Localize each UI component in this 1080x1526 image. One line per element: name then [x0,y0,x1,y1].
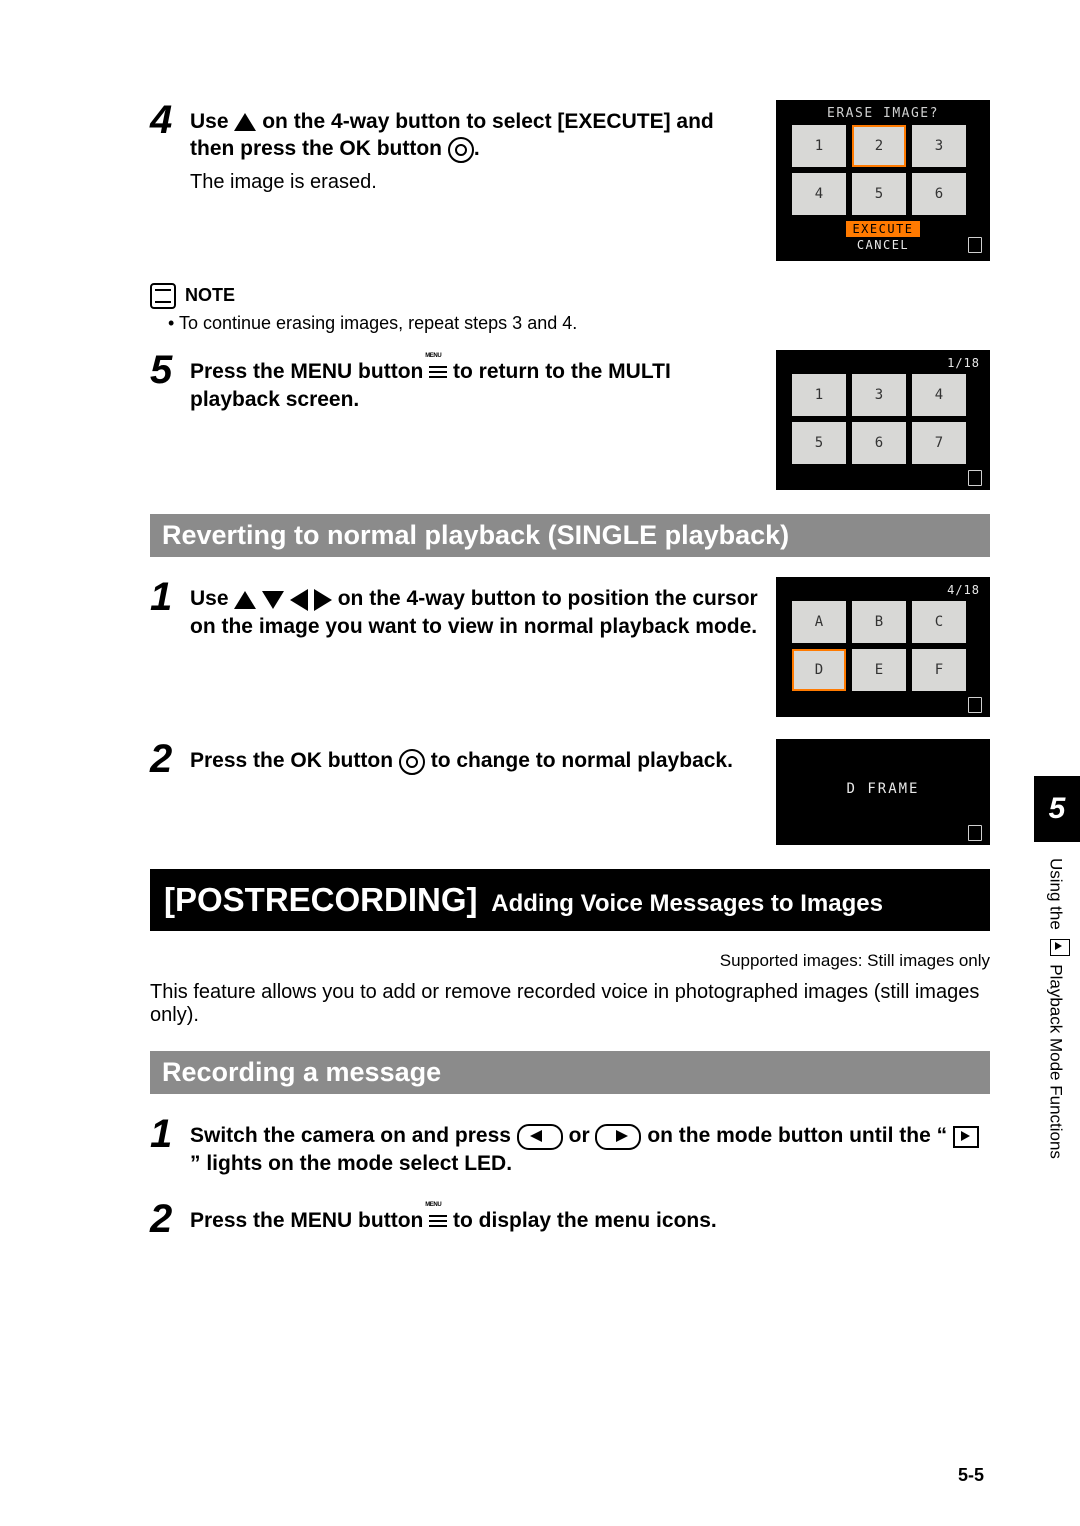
lcd-multi1-grid: 134 567 [778,374,988,468]
lcd-frame-screen: D FRAME [776,739,990,845]
intro-text: This feature allows you to add or remove… [150,981,990,1027]
side-text-b: Playback Mode Functions [1047,964,1066,1159]
step-5-text-a: Press the MENU button [190,360,429,383]
lcd-thumbnail: 3 [912,125,966,167]
step-b1-text-a: Use [190,587,234,610]
lcd-thumbnail: 7 [912,422,966,464]
step-number: 2 [150,739,190,779]
lcd-thumbnail: 4 [912,374,966,416]
lcd-thumbnail: 5 [792,422,846,464]
trash-icon [968,237,982,253]
step-b2-row: 2 Press the OK button to change to norma… [150,739,990,845]
step-b1-body: Use on the 4-way button to position the … [190,577,776,640]
lcd-thumbnail: C [912,601,966,643]
playback-led-icon [953,1126,979,1148]
lcd-thumbnail: 4 [792,173,846,215]
lcd-frame-label: D FRAME [778,769,988,809]
manual-page: 4 Use on the 4-way button to select [EXE… [0,0,1080,1526]
lcd-multi2-counter: 4/18 [778,579,988,601]
step-4-text-a: Use [190,110,234,133]
lcd-thumbnail: A [792,601,846,643]
supported-images: Supported images: Still images only [150,951,990,971]
step-b2-body: Press the OK button to change to normal … [190,739,776,774]
lcd-thumbnail: 2 [852,125,906,167]
note-bullet: • To continue erasing images, repeat ste… [168,313,990,334]
chapter-tab: 5 [1034,776,1080,842]
lcd-thumbnail: 5 [852,173,906,215]
menu-button-icon [429,1211,447,1233]
step-5-row: 5 Press the MENU button to return to the… [150,350,990,490]
mode-left-icon [517,1124,563,1150]
step-4-sub: The image is erased. [190,169,760,195]
step-5-body: Press the MENU button to return to the M… [190,350,776,413]
lcd-thumbnail: 6 [912,173,966,215]
heading-post-big: [POSTRECORDING] [164,881,478,918]
trash-icon [968,825,982,841]
step-c1-text-b: or [569,1124,596,1147]
lcd-erase-grid: 123 456 [778,125,988,219]
side-text-a: Using the [1047,858,1066,935]
step-b1-row: 1 Use on the 4-way button to position th… [150,577,990,717]
up-arrow-icon [234,591,256,609]
heading-recording: Recording a message [150,1051,990,1094]
step-number: 4 [150,100,190,140]
down-arrow-icon [262,591,284,609]
lcd-thumbnail: 3 [852,374,906,416]
lcd-thumbnail: F [912,649,966,691]
right-arrow-icon [314,589,332,611]
playback-mode-icon [1050,939,1070,956]
lcd-thumbnail: E [852,649,906,691]
lcd-erase-menu: EXECUTE CANCEL [778,219,988,259]
lcd-erase-screen: ERASE IMAGE? 123 456 EXECUTE CANCEL [776,100,990,261]
step-4-row: 4 Use on the 4-way button to select [EXE… [150,100,990,261]
step-c1-body: Switch the camera on and press or on the… [190,1114,990,1177]
heading-reverting: Reverting to normal playback (SINGLE pla… [150,514,990,557]
side-caption: Using the Playback Mode Functions [1046,858,1070,1159]
step-number: 1 [150,1114,190,1154]
step-c2-text-a: Press the MENU button [190,1209,429,1232]
heading-post-rest: Adding Voice Messages to Images [491,890,883,917]
lcd-erase-title: ERASE IMAGE? [778,102,988,125]
step-4-body: Use on the 4-way button to select [EXECU… [190,100,776,195]
lcd-multi2-screen: 4/18 ABC DEF [776,577,990,717]
lcd-multi1-screen: 1/18 134 567 [776,350,990,490]
ok-button-icon [399,749,425,775]
step-4-text-c: . [474,137,480,160]
page-number: 5-5 [958,1465,984,1486]
step-c1-text-a: Switch the camera on and press [190,1124,517,1147]
step-b2-text-b: to change to normal playback. [431,749,733,772]
step-c2-text-b: to display the menu icons. [453,1209,717,1232]
step-number: 2 [150,1199,190,1239]
step-number: 5 [150,350,190,390]
step-c1-row: 1 Switch the camera on and press or on t… [150,1114,990,1177]
menu-button-icon [429,362,447,384]
lcd-multi2-grid: ABC DEF [778,601,988,695]
note-icon [150,283,176,309]
step-number: 1 [150,577,190,617]
lcd-multi1-counter: 1/18 [778,352,988,374]
mode-right-icon [595,1124,641,1150]
step-c2-body: Press the MENU button to display the men… [190,1199,990,1234]
ok-button-icon [448,137,474,163]
lcd-menu-cancel: CANCEL [857,238,909,252]
step-c1-text-c: on the mode button until the “ [647,1124,947,1147]
note-block: NOTE • To continue erasing images, repea… [150,283,990,334]
lcd-menu-execute: EXECUTE [846,221,919,237]
left-arrow-icon [290,589,308,611]
lcd-thumbnail: 6 [852,422,906,464]
note-label: NOTE [185,285,235,305]
heading-postrecording: [POSTRECORDING] Adding Voice Messages to… [150,869,990,931]
trash-icon [968,470,982,486]
trash-icon [968,697,982,713]
lcd-thumbnail: 1 [792,125,846,167]
step-b2-text-a: Press the OK button [190,749,399,772]
step-c1-text-d: ” lights on the mode select LED. [190,1152,512,1175]
step-c2-row: 2 Press the MENU button to display the m… [150,1199,990,1239]
lcd-thumbnail: B [852,601,906,643]
up-arrow-icon [234,113,256,131]
lcd-thumbnail: 1 [792,374,846,416]
lcd-thumbnail: D [792,649,846,691]
